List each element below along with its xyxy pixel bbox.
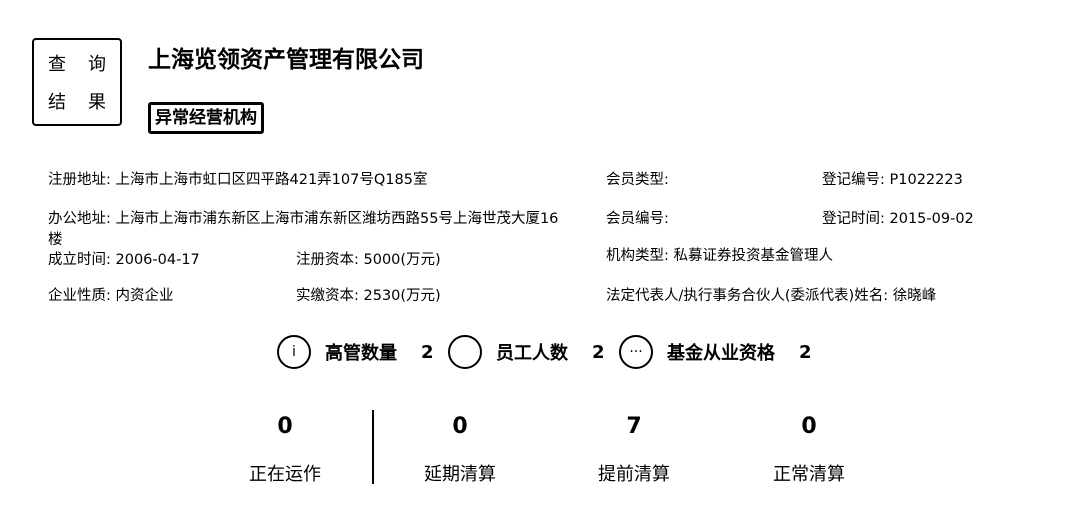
legal-representative: 法定代表人/执行事务合伙人(委派代表)姓名: 徐晓峰 <box>606 288 937 304</box>
org-type: 机构类型: 私募证券投资基金管理人 <box>606 248 833 264</box>
found-time: 成立时间: 2006-04-17 <box>48 252 200 268</box>
seal-char: 结 <box>48 92 66 113</box>
member-type: 会员类型: <box>606 172 669 188</box>
count-executives: i 高管数量 2 <box>277 334 434 370</box>
seal-char: 查 <box>48 54 66 75</box>
stat-label: 延期清算 <box>424 464 496 485</box>
office-address: 办公地址: 上海市上海市浦东新区上海市浦东新区潍坊西路55号上海世茂大厦16楼 <box>48 211 559 248</box>
reg-time: 登记时间: 2015-09-02 <box>822 211 974 227</box>
info-icon: i <box>277 335 311 369</box>
count-qualifications: ··· 基金从业资格 2 <box>619 334 812 370</box>
reg-number: 登记编号: P1022223 <box>822 172 963 188</box>
count-value: 2 <box>421 341 434 363</box>
abnormal-badge: 异常经营机构 <box>148 102 264 134</box>
count-label: 高管数量 <box>325 343 397 364</box>
seal-char: 询 <box>88 54 106 75</box>
stat-value: 7 <box>626 414 642 439</box>
person-icon <box>448 335 482 369</box>
member-code: 会员编号: <box>606 211 669 227</box>
reg-capital: 注册资本: 5000(万元) <box>296 252 441 268</box>
stat-label: 提前清算 <box>598 464 670 485</box>
stat-value: 0 <box>801 414 817 439</box>
reg-address: 注册地址: 上海市上海市虹口区四平路421弄107号Q185室 <box>48 172 428 188</box>
divider <box>372 410 374 484</box>
seal-char: 果 <box>88 92 106 113</box>
count-label: 员工人数 <box>496 343 568 364</box>
result-seal: 查 询 结 果 <box>32 38 122 126</box>
stat-label: 正在运作 <box>249 464 321 485</box>
stat-label: 正常清算 <box>773 464 845 485</box>
count-employees: 员工人数 2 <box>448 334 605 370</box>
company-name: 上海览领资产管理有限公司 <box>148 47 424 73</box>
chat-icon: ··· <box>619 335 653 369</box>
count-label: 基金从业资格 <box>667 343 775 364</box>
count-value: 2 <box>799 341 812 363</box>
stat-value: 0 <box>452 414 468 439</box>
stat-value: 0 <box>277 414 293 439</box>
enterprise-nature: 企业性质: 内资企业 <box>48 288 174 304</box>
paid-capital: 实缴资本: 2530(万元) <box>296 288 441 304</box>
count-value: 2 <box>592 341 605 363</box>
